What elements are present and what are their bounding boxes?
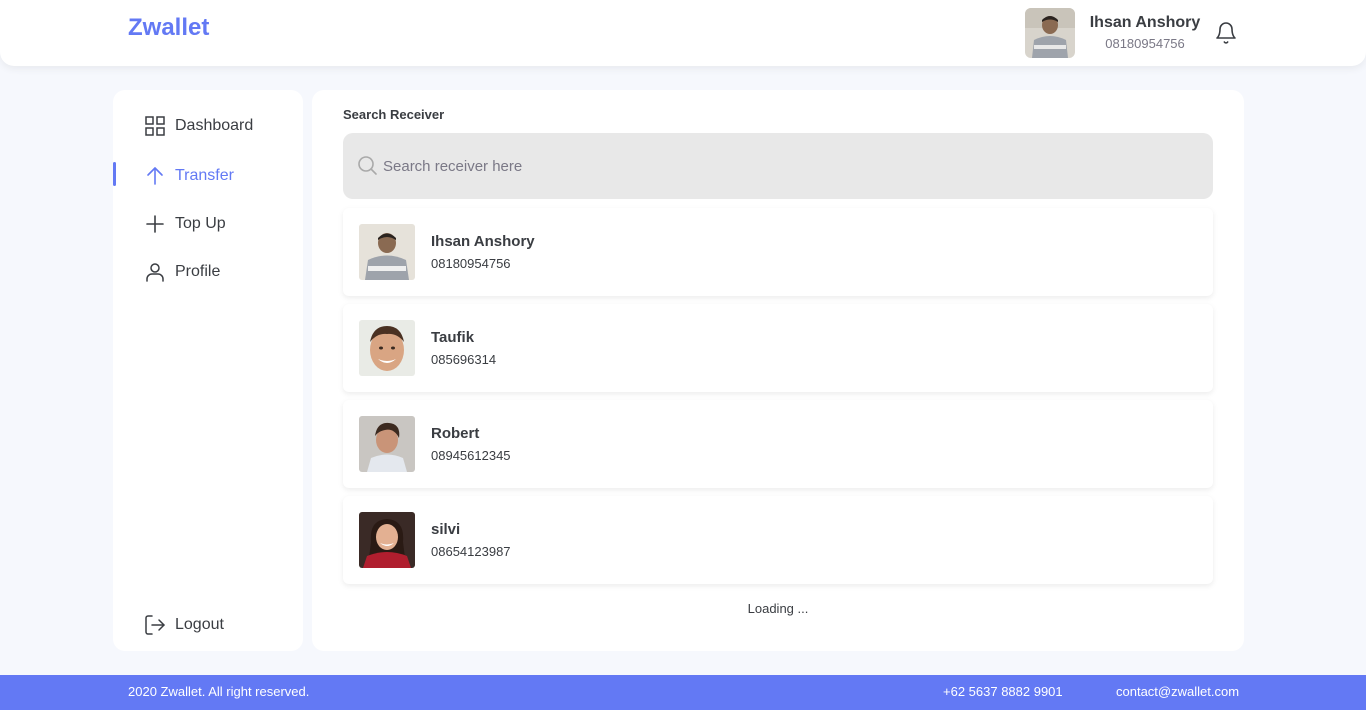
header-user-info: Ihsan Anshory 08180954756 xyxy=(1086,14,1204,51)
avatar xyxy=(359,224,415,280)
grid-icon xyxy=(143,114,167,138)
avatar xyxy=(359,416,415,472)
footer-phone: +62 5637 8882 9901 xyxy=(943,684,1063,699)
footer: 2020 Zwallet. All right reserved. +62 56… xyxy=(0,675,1366,710)
logout-label: Logout xyxy=(175,616,224,633)
contact-phone: 085696314 xyxy=(431,352,497,367)
contact-phone: 08654123987 xyxy=(431,544,511,559)
header-user-name: Ihsan Anshory xyxy=(1089,14,1201,31)
search-icon xyxy=(355,153,379,177)
sidebar-item-label: Top Up xyxy=(175,215,226,232)
top-header: Zwallet Ihsan Anshory 08180954756 xyxy=(0,0,1366,66)
logout-icon xyxy=(143,613,167,637)
plus-icon xyxy=(143,212,167,236)
logout-button[interactable]: Logout xyxy=(113,611,303,639)
contact-name: Taufik xyxy=(431,329,475,346)
contact-phone: 08945612345 xyxy=(431,448,511,463)
search-bar[interactable] xyxy=(343,133,1213,199)
loading-indicator: Loading ... xyxy=(747,601,809,616)
footer-email: contact@zwallet.com xyxy=(1116,684,1240,699)
sidebar-item-top-up[interactable]: Top Up xyxy=(113,210,303,238)
sidebar-item-transfer[interactable]: Transfer xyxy=(113,162,303,190)
contact-name: Robert xyxy=(431,425,480,442)
avatar xyxy=(359,512,415,568)
avatar[interactable] xyxy=(1025,8,1075,58)
sidebar-item-profile[interactable]: Profile xyxy=(113,258,303,286)
contact-name: silvi xyxy=(431,521,461,538)
avatar xyxy=(359,320,415,376)
sidebar-item-label: Dashboard xyxy=(175,117,254,134)
main-panel: Search Receiver Ihsan Anshory 0818095475… xyxy=(312,90,1244,651)
header-user-phone: 08180954756 xyxy=(1105,36,1185,51)
contact-card[interactable]: Robert 08945612345 xyxy=(343,400,1213,488)
sidebar-item-label: Profile xyxy=(175,263,221,280)
contact-phone: 08180954756 xyxy=(431,256,511,271)
sidebar-item-label: Transfer xyxy=(175,167,234,184)
bell-icon[interactable] xyxy=(1214,20,1238,46)
page-title: Search Receiver xyxy=(343,107,445,122)
contact-name: Ihsan Anshory xyxy=(431,233,535,250)
arrow-up-icon xyxy=(143,164,167,188)
brand-logo[interactable]: Zwallet xyxy=(128,14,209,42)
footer-copyright: 2020 Zwallet. All right reserved. xyxy=(128,684,310,699)
contact-card[interactable]: Taufik 085696314 xyxy=(343,304,1213,392)
contact-card[interactable]: Ihsan Anshory 08180954756 xyxy=(343,208,1213,296)
sidebar-item-dashboard[interactable]: Dashboard xyxy=(113,112,303,140)
user-icon xyxy=(143,260,167,284)
contact-card[interactable]: silvi 08654123987 xyxy=(343,496,1213,584)
search-input[interactable] xyxy=(383,133,1203,199)
sidebar: Dashboard Transfer Top Up Profile Logout xyxy=(113,90,303,651)
